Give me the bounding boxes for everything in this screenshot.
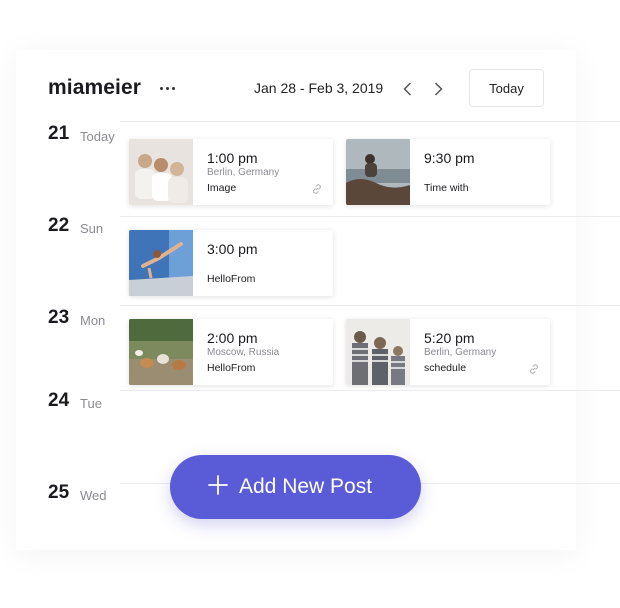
add-new-post-button[interactable]: Add New Post <box>170 455 421 519</box>
post-card[interactable]: 3:00 pm HelloFrom <box>129 230 333 296</box>
link-icon <box>313 184 321 194</box>
post-card[interactable]: 9:30 pm Time with <box>346 139 550 205</box>
sea-rocks-photo-icon <box>346 139 410 205</box>
date-range: Jan 28 - Feb 3, 2019 <box>254 80 384 96</box>
more-options-icon[interactable] <box>157 78 177 98</box>
dogs-photo-icon <box>129 319 193 385</box>
day-divider <box>120 390 620 391</box>
day-number: 22 <box>48 215 70 236</box>
post-location: Moscow, Russia <box>207 347 280 358</box>
day-name: Sun <box>80 221 104 236</box>
post-location: Berlin, Germany <box>207 167 280 178</box>
chevron-left-icon[interactable] <box>399 80 417 98</box>
post-card[interactable]: 2:00 pm Moscow, Russia HelloFrom <box>129 319 333 385</box>
day-number: 24 <box>48 390 70 411</box>
day-name: Mon <box>80 313 106 328</box>
day-number: 25 <box>48 482 70 503</box>
day-divider <box>120 121 620 122</box>
day-name: Wed <box>80 488 107 503</box>
add-new-post-label: Add New Post <box>239 475 373 498</box>
post-type: Image <box>207 182 237 194</box>
post-type: HelloFrom <box>207 362 256 374</box>
plus-icon <box>208 475 228 495</box>
post-time: 1:00 pm <box>207 150 258 166</box>
post-location: Berlin, Germany <box>424 347 497 358</box>
day-divider <box>120 216 620 217</box>
post-card[interactable]: 5:20 pm Berlin, Germany schedule <box>346 319 550 385</box>
chevron-right-icon[interactable] <box>429 80 447 98</box>
post-type: Time with <box>424 182 469 194</box>
link-icon <box>530 364 538 374</box>
women-group-photo-icon <box>129 139 193 205</box>
today-button[interactable]: Today <box>469 69 544 107</box>
calendar-header: miameier Jan 28 - Feb 3, 2019 Today <box>0 0 620 120</box>
post-type: schedule <box>424 362 467 374</box>
post-card[interactable]: 1:00 pm Berlin, Germany Image <box>129 139 333 205</box>
day-number: 21 <box>48 123 70 144</box>
day-number: 23 <box>48 307 70 328</box>
day-name: Today <box>80 129 115 144</box>
day-name: Tue <box>80 396 102 411</box>
yoga-photo-icon <box>129 230 193 296</box>
post-time: 2:00 pm <box>207 330 258 346</box>
post-time: 5:20 pm <box>424 330 475 346</box>
account-name: miameier <box>48 76 142 99</box>
post-time: 3:00 pm <box>207 241 258 257</box>
day-divider <box>120 305 620 306</box>
post-type: HelloFrom <box>207 273 256 285</box>
kids-photo-icon <box>346 319 410 385</box>
post-time: 9:30 pm <box>424 150 475 166</box>
